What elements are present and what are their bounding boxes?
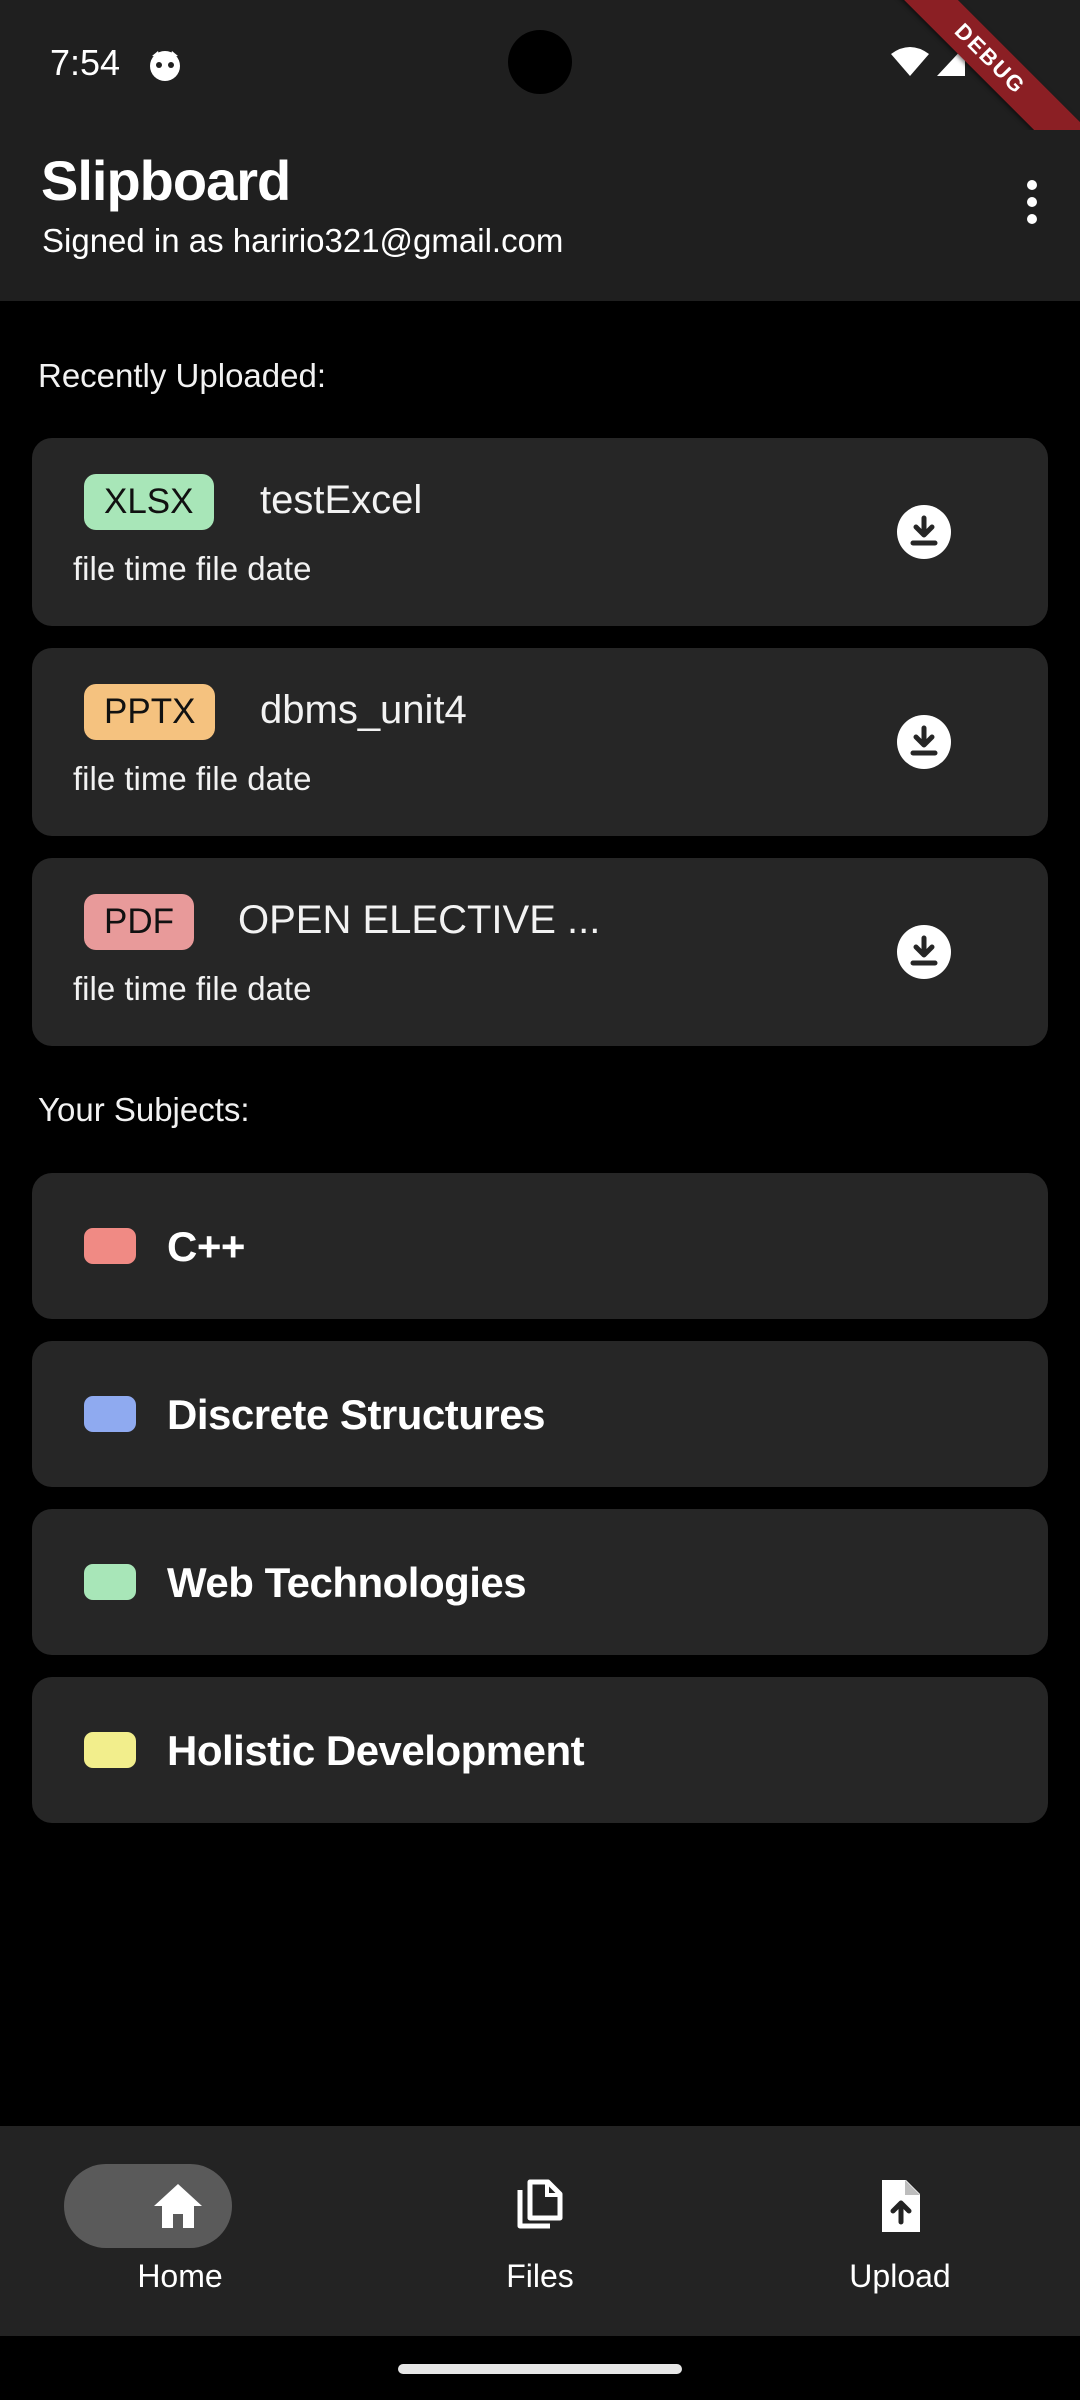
file-meta: file time file date	[73, 970, 312, 1007]
signed-in-label: Signed in as haririo321@gmail.com	[42, 222, 564, 259]
file-type-badge: PDF	[84, 894, 194, 950]
recently-uploaded-label: Recently Uploaded:	[38, 357, 327, 394]
subject-name: Holistic Development	[167, 1727, 585, 1774]
subject-name: Web Technologies	[167, 1559, 527, 1606]
file-name: OPEN ELECTIVE ...	[238, 898, 601, 942]
subject-name: Discrete Structures	[167, 1391, 546, 1438]
nav-label-files: Files	[506, 2258, 574, 2294]
more-options-button[interactable]	[1002, 166, 1062, 238]
nav-item-upload[interactable]: Upload	[720, 2126, 1080, 2336]
bottom-navigation: Home Files Upload	[0, 2126, 1080, 2336]
upload-icon	[882, 2180, 920, 2232]
subject-color-swatch	[84, 1564, 136, 1600]
files-icon	[517, 2179, 563, 2229]
file-card[interactable]: PDF OPEN ELECTIVE ... file time file dat…	[32, 858, 1048, 1046]
file-card[interactable]: XLSX testExcel file time file date	[32, 438, 1048, 626]
subject-card[interactable]: C++	[32, 1173, 1048, 1319]
status-bar: 7:54 DEBUG	[0, 0, 1080, 179]
download-icon[interactable]	[896, 714, 952, 770]
subject-color-swatch	[84, 1396, 136, 1432]
subject-color-swatch	[84, 1228, 136, 1264]
subject-card[interactable]: Holistic Development	[32, 1677, 1048, 1823]
nav-label-home: Home	[137, 2258, 223, 2294]
app-bar: Slipboard Signed in as haririo321@gmail.…	[0, 130, 1080, 301]
nav-item-home[interactable]: Home	[0, 2126, 360, 2336]
app-notification-icon	[150, 51, 180, 81]
file-name: testExcel	[260, 478, 423, 522]
nav-item-files[interactable]: Files	[360, 2126, 720, 2336]
download-icon[interactable]	[896, 924, 952, 980]
file-card[interactable]: PPTX dbms_unit4 file time file date	[32, 648, 1048, 836]
file-meta: file time file date	[73, 760, 312, 797]
wifi-icon	[891, 47, 929, 76]
status-time: 7:54	[50, 42, 121, 83]
subject-card[interactable]: Discrete Structures	[32, 1341, 1048, 1487]
file-type-badge: XLSX	[84, 474, 214, 530]
subject-card[interactable]: Web Technologies	[32, 1509, 1048, 1655]
more-vert-icon	[1027, 180, 1037, 224]
subject-color-swatch	[84, 1732, 136, 1768]
file-meta: file time file date	[73, 550, 312, 587]
home-icon	[154, 2184, 202, 2228]
nav-selected-indicator	[64, 2164, 232, 2248]
file-type-badge: PPTX	[84, 684, 216, 740]
your-subjects-label: Your Subjects:	[38, 1091, 250, 1128]
file-name: dbms_unit4	[260, 688, 467, 732]
camera-cutout	[508, 30, 572, 94]
gesture-navigation-bar[interactable]	[398, 2364, 682, 2374]
subject-name: C++	[167, 1223, 245, 1270]
nav-label-upload: Upload	[849, 2258, 951, 2294]
app-title: Slipboard	[41, 149, 291, 212]
download-icon[interactable]	[896, 504, 952, 560]
